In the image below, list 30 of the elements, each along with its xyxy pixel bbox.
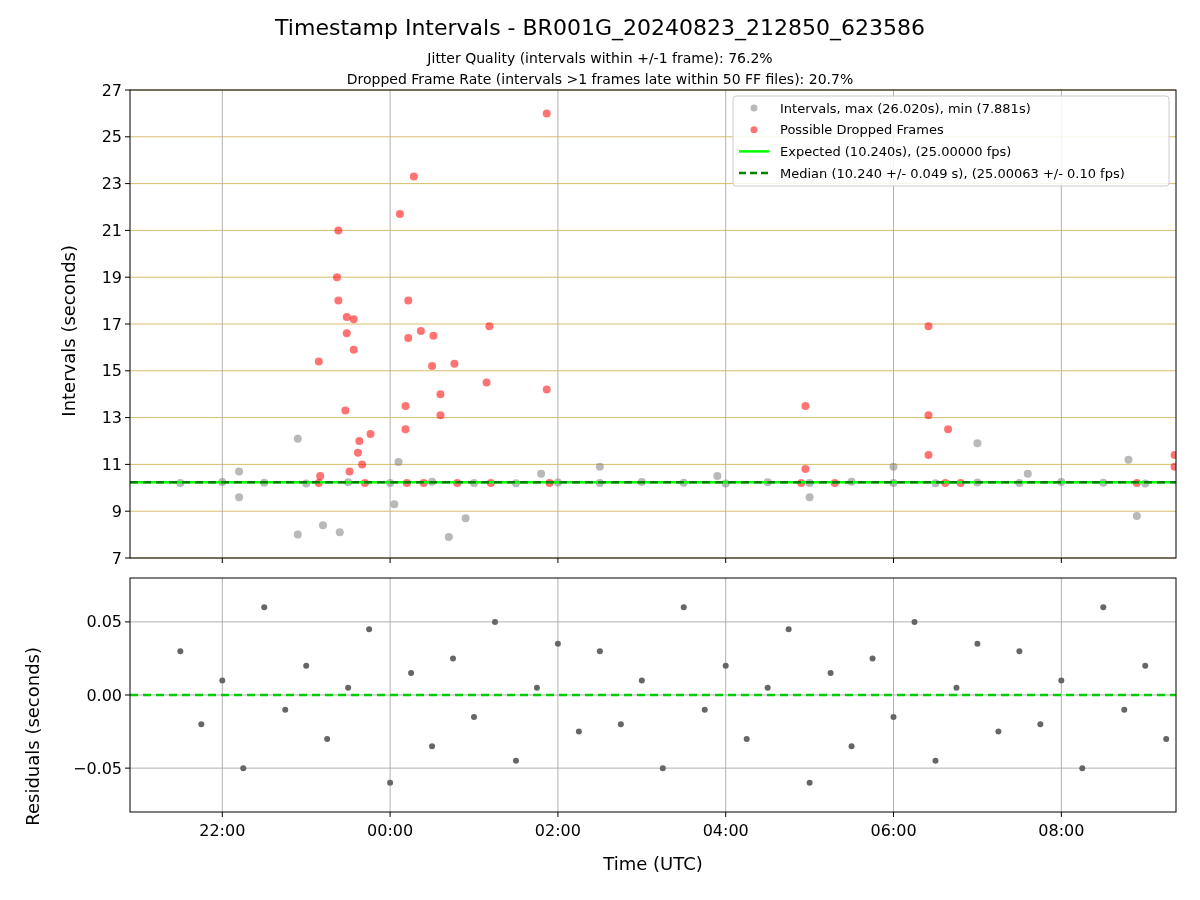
tick-label: 02:00 <box>534 821 581 840</box>
axis-label: Residuals (seconds) <box>22 646 44 826</box>
tick-label: 7 <box>111 548 122 568</box>
figure-title: Timestamp Intervals - BR001G_20240823_212850_623586 <box>275 14 925 42</box>
figure-subtitle: Jitter Quality (intervals within +/-1 frame): 76.2% <box>427 49 773 68</box>
tick-label: 13 <box>101 408 122 428</box>
tick-label: 25 <box>101 127 122 147</box>
tick-label: 17 <box>101 314 122 334</box>
tick-label: 06:00 <box>870 821 917 840</box>
tick-label: 22:00 <box>199 821 246 840</box>
tick-label: 04:00 <box>702 821 749 840</box>
tick-label: −0.05 <box>72 758 122 778</box>
tick-label: 23 <box>101 174 122 194</box>
tick-label: 15 <box>101 361 122 381</box>
tick-label: 0.05 <box>86 612 122 632</box>
tick-label: 00:00 <box>367 821 414 840</box>
tick-label: 21 <box>101 220 122 240</box>
tick-label: 0.00 <box>86 685 122 705</box>
tick-label: 08:00 <box>1038 821 1085 840</box>
legend-label: Intervals, max (26.020s), min (7.881s) <box>780 100 1031 116</box>
tick-label: 11 <box>101 454 122 474</box>
tick-label: 19 <box>101 267 122 287</box>
axis-label: Intervals (seconds) <box>58 244 80 417</box>
figure-subtitle: Dropped Frame Rate (intervals >1 frames late within 50 FF files): 20.7% <box>346 70 854 89</box>
axis-label: Time (UTC) <box>603 853 703 874</box>
legend-label: Possible Dropped Frames <box>780 122 944 138</box>
tick-label: 27 <box>101 80 122 100</box>
legend-label: Expected (10.240s), (25.00000 fps) <box>780 143 1012 159</box>
legend-label: Median (10.240 +/- 0.049 s), (25.00063 +/- 0.10 fps) <box>780 165 1125 181</box>
tick-label: 9 <box>111 501 122 521</box>
